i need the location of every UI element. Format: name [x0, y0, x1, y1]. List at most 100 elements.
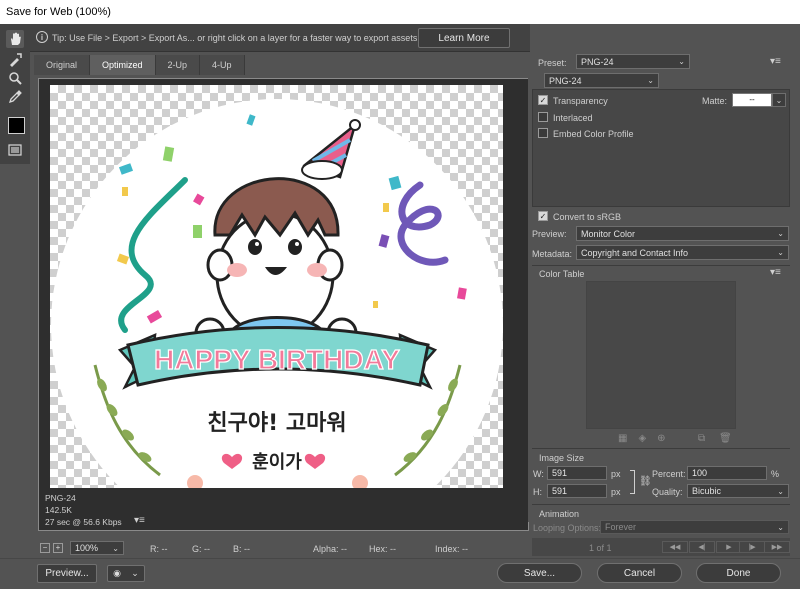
width-input[interactable]: 591	[547, 466, 607, 480]
color-table-toolbar: ▦◈⊕	[618, 433, 677, 444]
readout-g: G: --	[192, 544, 210, 554]
animation-title: Animation	[539, 509, 580, 519]
frame-counter: 1 of 1	[589, 543, 612, 553]
tab-2up[interactable]: 2-Up	[155, 55, 201, 75]
banner-text: HAPPY BIRTHDAY	[154, 344, 400, 375]
height-label: H:	[533, 487, 542, 497]
readout-r: R: --	[150, 544, 168, 554]
constrain-bracket	[630, 470, 635, 494]
preview-button[interactable]: Preview...	[37, 564, 97, 583]
first-frame-button[interactable]: ◀◀	[662, 541, 688, 553]
message-text: 친구야! 고마워	[207, 411, 346, 436]
download-time-menu-icon[interactable]: ▾≡	[134, 515, 145, 526]
image-preview[interactable]: HAPPY BIRTHDAY 친구야! 고마워 훈이가	[50, 85, 503, 488]
divider	[532, 504, 790, 505]
metadata-value: Copyright and Contact Info	[581, 247, 689, 258]
learn-more-button[interactable]: Learn More	[418, 28, 510, 48]
image-size-title: Image Size	[539, 453, 585, 463]
chevron-down-icon: ⌄	[678, 57, 685, 66]
last-frame-button[interactable]: ▶▶	[764, 541, 790, 553]
save-button[interactable]: Save...	[497, 563, 582, 583]
link-icon[interactable]: ⛓	[639, 476, 652, 487]
chevron-down-icon: ⌄	[777, 248, 784, 257]
preset-select[interactable]: PNG-24 ⌄	[576, 54, 690, 69]
info-icon: i	[36, 31, 48, 43]
embed-profile-checkbox[interactable]	[538, 128, 548, 138]
birthday-artwork: HAPPY BIRTHDAY 친구야! 고마워 훈이가	[51, 99, 503, 488]
browser-icon: ◉	[113, 568, 121, 578]
chevron-down-icon: ⌄	[112, 543, 119, 553]
preview-label: Preview:	[532, 229, 567, 239]
zoom-select[interactable]: 100% ⌄	[70, 541, 124, 555]
hand-icon[interactable]	[6, 30, 24, 48]
width-label: W:	[533, 469, 544, 479]
color-table-title: Color Table	[539, 269, 585, 279]
preset-value: PNG-24	[581, 56, 614, 67]
preset-label: Preset:	[538, 58, 567, 68]
readout-index: Index: --	[435, 544, 469, 554]
metadata-label: Metadata:	[532, 249, 573, 259]
tab-optimized[interactable]: Optimized	[90, 55, 156, 75]
color-table-grid[interactable]	[586, 281, 736, 429]
tab-4up[interactable]: 4-Up	[200, 55, 245, 75]
zoom-icon[interactable]	[6, 69, 24, 87]
percent-input[interactable]: 100	[687, 466, 767, 480]
slice-select-icon[interactable]	[6, 51, 24, 69]
done-button[interactable]: Done	[696, 563, 781, 583]
download-time: 27 sec @ 56.6 Kbps	[45, 517, 122, 527]
color-table-menu-icon[interactable]: ▾≡	[770, 267, 781, 278]
percent-label: Percent:	[652, 469, 686, 479]
signature-text: 훈이가	[252, 451, 302, 473]
prev-frame-button[interactable]: ◀|	[689, 541, 715, 553]
convert-srgb-checkbox[interactable]: ✓	[538, 211, 548, 221]
convert-srgb-label: Convert to sRGB	[553, 212, 622, 222]
chevron-down-icon: ⌄	[777, 522, 784, 532]
height-input[interactable]: 591	[547, 484, 607, 498]
preview-value: Monitor Color	[581, 228, 636, 239]
readout-b: B: --	[233, 544, 250, 554]
browser-select[interactable]: ◉ ⌄	[107, 565, 145, 582]
interlaced-checkbox[interactable]	[538, 112, 548, 122]
eyedropper-icon[interactable]	[6, 88, 24, 106]
divider	[532, 448, 790, 449]
matte-swatch[interactable]: --	[732, 93, 772, 107]
readout-hex: Hex: --	[369, 544, 396, 554]
quality-label: Quality:	[652, 487, 683, 497]
embed-profile-label: Embed Color Profile	[553, 129, 634, 139]
format-select[interactable]: PNG-24 ⌄	[544, 73, 659, 88]
eyedropper-color-icon[interactable]	[8, 117, 25, 134]
transparency-checkbox[interactable]: ✓	[538, 95, 548, 105]
height-unit: px	[611, 487, 621, 497]
chevron-down-icon: ⌄	[647, 76, 654, 85]
looping-select[interactable]: Forever ⌄	[600, 520, 789, 534]
window-title: Save for Web (100%)	[0, 0, 800, 24]
readout-alpha: Alpha: --	[313, 544, 348, 554]
zoom-in-button[interactable]: +	[53, 543, 63, 553]
matte-dropdown[interactable]: ⌄	[772, 93, 786, 107]
new-color-icon[interactable]: ⧉	[698, 433, 705, 444]
metadata-select[interactable]: Copyright and Contact Info ⌄	[576, 245, 789, 260]
chevron-down-icon: ⌄	[775, 95, 783, 105]
tab-original[interactable]: Original	[34, 55, 91, 75]
image-file-size: 142.5K	[45, 505, 72, 515]
view-tabs: Original Optimized 2-Up 4-Up	[34, 55, 245, 75]
optimize-menu-icon[interactable]: ▾≡	[770, 56, 781, 67]
preview-select[interactable]: Monitor Color ⌄	[576, 226, 789, 241]
chevron-down-icon: ⌄	[777, 486, 784, 496]
interlaced-label: Interlaced	[553, 113, 593, 123]
toggle-slices-icon[interactable]	[6, 141, 24, 159]
matte-label: Matte:	[702, 96, 728, 106]
next-frame-button[interactable]: |▶	[739, 541, 765, 553]
looping-label: Looping Options:	[533, 523, 602, 533]
transparency-label: Transparency	[553, 96, 608, 106]
format-value: PNG-24	[549, 75, 582, 86]
zoom-value: 100%	[75, 543, 99, 553]
quality-select[interactable]: Bicubic ⌄	[687, 484, 789, 498]
percent-unit: %	[771, 469, 780, 479]
zoom-out-button[interactable]: −	[40, 543, 50, 553]
chevron-down-icon: ⌄	[131, 568, 139, 578]
cancel-button[interactable]: Cancel	[597, 563, 682, 583]
chevron-down-icon: ⌄	[777, 229, 784, 238]
trash-icon[interactable]: 🗑	[719, 433, 732, 444]
looping-value: Forever	[605, 522, 637, 532]
